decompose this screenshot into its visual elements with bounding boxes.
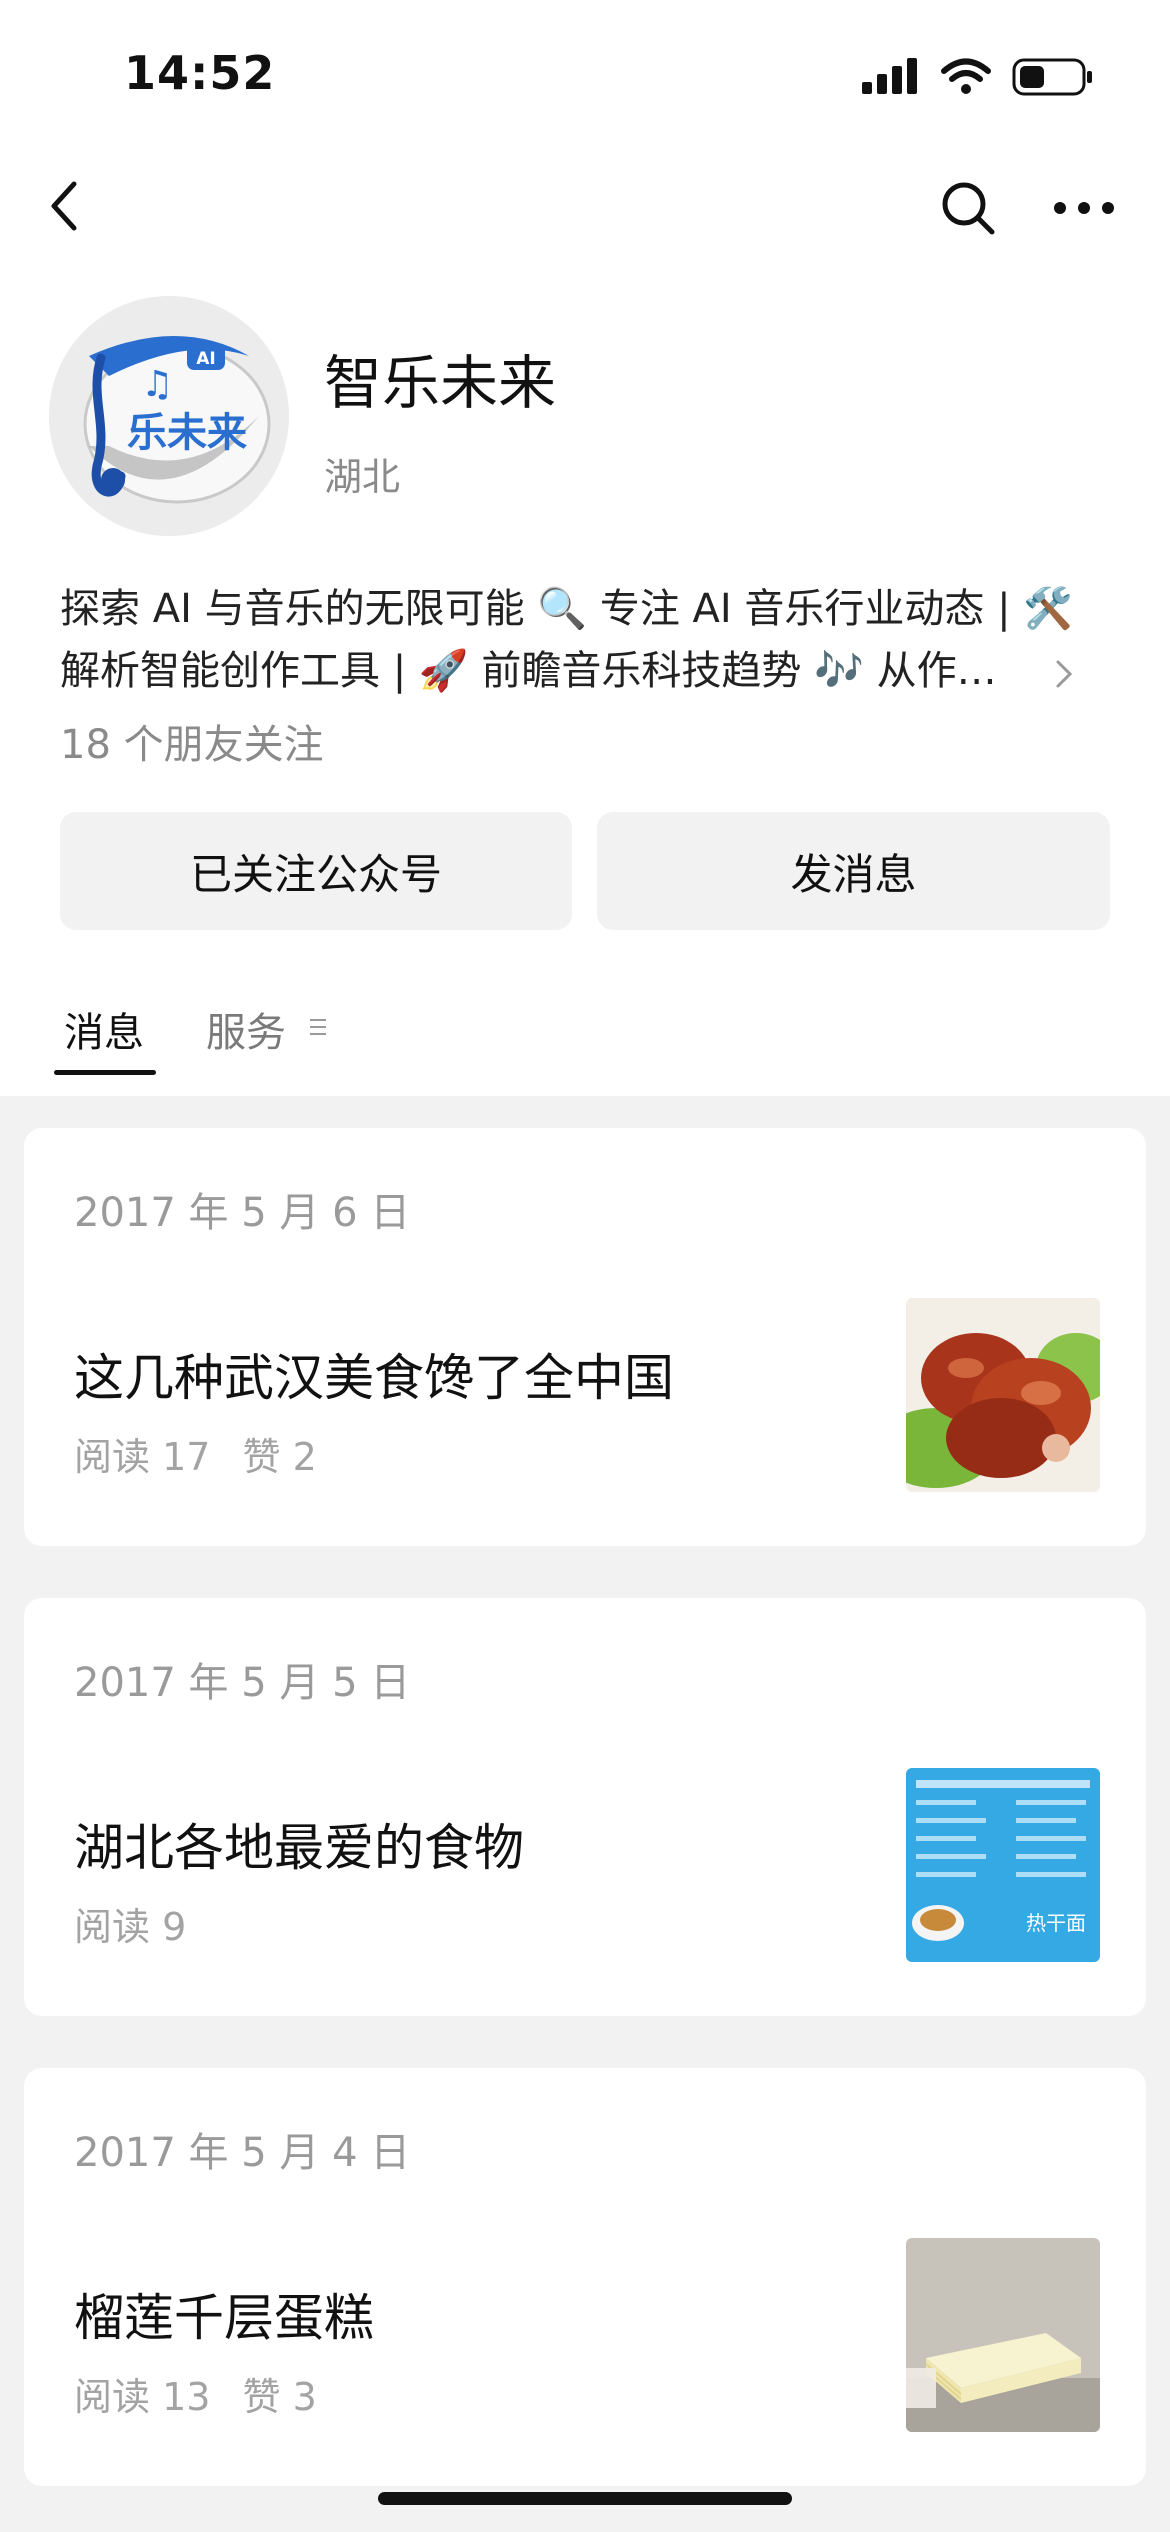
chevron-right-icon xyxy=(1056,660,1073,688)
article-stats: 阅读 13 赞 3 xyxy=(74,2366,337,2421)
avatar-text: 乐未来 xyxy=(127,410,247,456)
article-card[interactable]: 2017 年 5 月 4 日 榴莲千层蛋糕 阅读 13 赞 3 xyxy=(24,2068,1146,2486)
account-logo: AI ♫ 乐未来 xyxy=(49,296,289,536)
like-count: 赞 3 xyxy=(242,2375,317,2419)
more-button[interactable] xyxy=(1052,188,1116,228)
friends-following[interactable]: 18 个朋友关注 xyxy=(60,712,324,770)
article-date: 2017 年 5 月 5 日 xyxy=(74,1660,411,1706)
send-message-button[interactable]: 发消息 xyxy=(597,812,1110,930)
wifi-icon xyxy=(941,58,991,94)
battery-icon xyxy=(1012,58,1092,96)
tab-services[interactable]: 服务 xyxy=(206,1000,286,1058)
bio-expand-button[interactable] xyxy=(1052,656,1076,692)
home-indicator[interactable] xyxy=(378,2492,792,2505)
tab-messages[interactable]: 消息 xyxy=(64,1000,144,1058)
article-stats: 阅读 9 xyxy=(74,1896,206,1951)
more-icon xyxy=(1054,202,1114,214)
account-region: 湖北 xyxy=(324,455,401,499)
svg-text:♫: ♫ xyxy=(141,364,173,405)
back-icon xyxy=(51,181,77,231)
tab-active-indicator xyxy=(54,1070,156,1075)
followed-button[interactable]: 已关注公众号 xyxy=(60,812,572,930)
article-title: 榴莲千层蛋糕 xyxy=(74,2289,374,2347)
svg-text:AI: AI xyxy=(196,349,215,369)
status-time: 14:52 xyxy=(124,46,276,100)
back-button[interactable] xyxy=(44,176,100,236)
account-name: 智乐未来 xyxy=(324,349,557,417)
article-date: 2017 年 5 月 4 日 xyxy=(74,2130,411,2176)
read-count: 阅读 13 xyxy=(74,2375,211,2419)
read-count: 阅读 9 xyxy=(74,1905,187,1949)
article-thumbnail xyxy=(906,2238,1100,2432)
article-card[interactable]: 2017 年 5 月 6 日 这几种武汉美食馋了全中国 阅读 17 赞 2 xyxy=(24,1128,1146,1546)
like-count: 赞 2 xyxy=(242,1435,317,1479)
search-button[interactable] xyxy=(938,178,998,238)
article-stats: 阅读 17 赞 2 xyxy=(74,1426,337,1481)
article-thumbnail: 热干面 xyxy=(906,1768,1100,1962)
menu-lines-icon xyxy=(308,1016,328,1038)
article-title: 湖北各地最爱的食物 xyxy=(74,1819,524,1877)
read-count: 阅读 17 xyxy=(74,1435,211,1479)
bio-line-1: 探索 AI 与音乐的无限可能 🔍 专注 AI 音乐行业动态 | 🛠️ xyxy=(60,586,1070,632)
account-bio[interactable]: 探索 AI 与音乐的无限可能 🔍 专注 AI 音乐行业动态 | 🛠️ 解析智能创… xyxy=(60,578,1070,702)
article-card[interactable]: 2017 年 5 月 5 日 湖北各地最爱的食物 阅读 9 热干面 xyxy=(24,1598,1146,2016)
search-icon xyxy=(942,182,995,235)
article-date: 2017 年 5 月 6 日 xyxy=(74,1190,411,1236)
account-avatar[interactable]: AI ♫ 乐未来 xyxy=(49,296,289,536)
thumb-caption: 热干面 xyxy=(1026,1911,1086,1935)
article-thumbnail xyxy=(906,1298,1100,1492)
article-title: 这几种武汉美食馋了全中国 xyxy=(74,1349,674,1407)
status-icons xyxy=(860,54,1094,100)
bio-line-2: 解析智能创作工具 | 🚀 前瞻音乐科技趋势 🎶 从作… xyxy=(60,648,997,694)
cellular-signal-icon xyxy=(862,58,917,94)
